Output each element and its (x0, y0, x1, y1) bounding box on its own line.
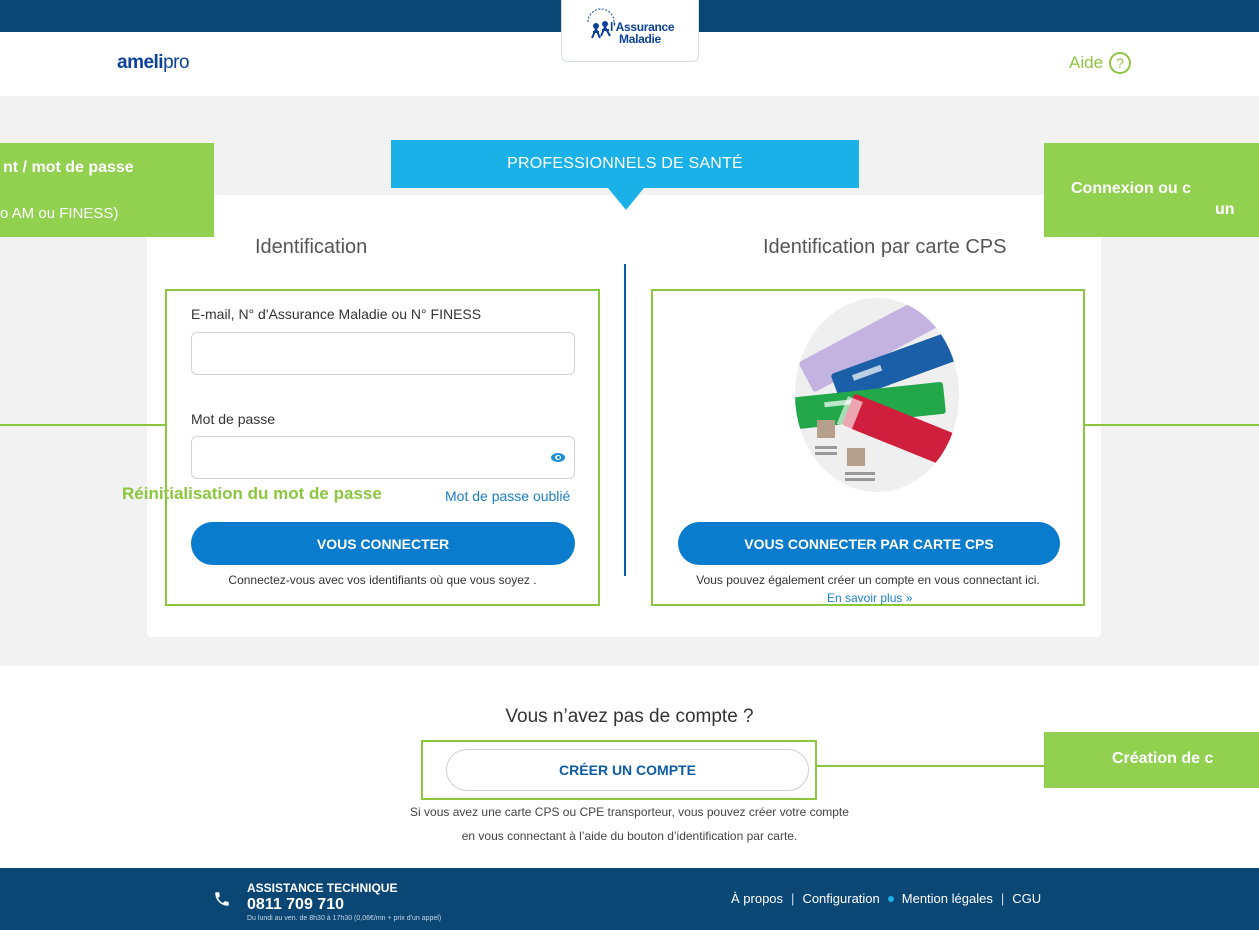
assistance-number[interactable]: 0811 709 710 (247, 896, 344, 914)
amelipro-logo[interactable]: amelipro (117, 52, 190, 74)
footer-link-cgu[interactable]: CGU (1012, 891, 1041, 906)
annotation-connector-left (0, 424, 166, 426)
cps-cards-icon (795, 298, 959, 492)
cps-identification-title: Identification par carte CPS (763, 236, 1007, 258)
connect-cps-button[interactable]: VOUS CONNECTER PAR CARTE CPS (678, 522, 1060, 565)
footer-link-mentions[interactable]: Mention légales (902, 891, 993, 906)
assurance-maladie-logo: l'Assurance Maladie (561, 0, 699, 62)
create-account-button[interactable]: CRÉER UN COMPTE (446, 749, 809, 791)
connect-button[interactable]: VOUS CONNECTER (191, 522, 575, 565)
annotation-create-text: Création de c (1112, 750, 1214, 767)
annotation-create-box: Création de c (1044, 732, 1259, 788)
assistance-title: ASSISTANCE TECHNIQUE (247, 881, 398, 895)
annotation-reset-password: Réinitialisation du mot de passe (122, 484, 382, 503)
password-field[interactable] (191, 436, 575, 479)
help-link[interactable]: Aide ? (1069, 52, 1132, 74)
signup-note-line2: en vous connectant à l’aide du bouton d’… (461, 829, 798, 843)
connect-note: Connectez-vous avec vos identifiants où … (228, 573, 537, 587)
annotation-cps-line1: Connexion ou c (1071, 180, 1191, 197)
column-divider (624, 264, 626, 576)
no-account-question: Vous n’avez pas de compte ? (505, 706, 754, 727)
signup-note-line1: Si vous avez une carte CPS ou CPE transp… (410, 805, 849, 819)
identification-title: Identification (255, 236, 368, 258)
brand-main-text: ameli (117, 52, 164, 73)
forgot-password-link[interactable]: Mot de passe oublié (445, 488, 570, 504)
help-icon: ? (1109, 52, 1132, 74)
status-dot-icon (887, 895, 894, 902)
annotation-login-line1: nt / mot de passe (3, 159, 134, 176)
annotation-login-line2: o AM ou FINESS) (0, 205, 119, 222)
footer-separator: | (1000, 891, 1005, 906)
help-label: Aide (1069, 53, 1104, 72)
footer: ASSISTANCE TECHNIQUE 0811 709 710 Du lun… (0, 868, 1259, 930)
footer-link-apropos[interactable]: À propos (731, 891, 783, 906)
footer-link-configuration[interactable]: Configuration (802, 891, 879, 906)
footer-separator: | (791, 891, 795, 906)
assistance-hours: Du lundi au ven. de 8h30 à 17h30 (0,06€/… (247, 915, 442, 922)
annotation-cps-line2: un (1215, 201, 1235, 218)
cps-note: Vous pouvez également créer un compte en… (696, 573, 1040, 587)
phone-icon (215, 892, 229, 906)
footer-links: À propos | Configuration Mention légales… (731, 891, 1041, 906)
email-label: E-mail, N° d'Assurance Maladie ou N° FIN… (191, 306, 482, 322)
show-password-eye-icon[interactable] (551, 453, 565, 462)
annotation-login-box: nt / mot de passe o AM ou FINESS) (0, 143, 214, 237)
learn-more-link[interactable]: En savoir plus » (827, 591, 912, 605)
annotation-cps-box: Connexion ou c un (1044, 143, 1259, 237)
tab-pointer (608, 188, 644, 210)
password-label: Mot de passe (191, 411, 276, 427)
annotation-connector-create (816, 765, 1045, 767)
email-field[interactable] (191, 332, 575, 375)
annotation-connector-right (1084, 424, 1259, 426)
am-logo-line2: Maladie (619, 32, 661, 46)
brand-sub-text: pro (163, 52, 190, 73)
tab-professionnels-de-sante[interactable]: PROFESSIONNELS DE SANTÉ (391, 140, 859, 188)
cps-cards-illustration (795, 298, 959, 492)
